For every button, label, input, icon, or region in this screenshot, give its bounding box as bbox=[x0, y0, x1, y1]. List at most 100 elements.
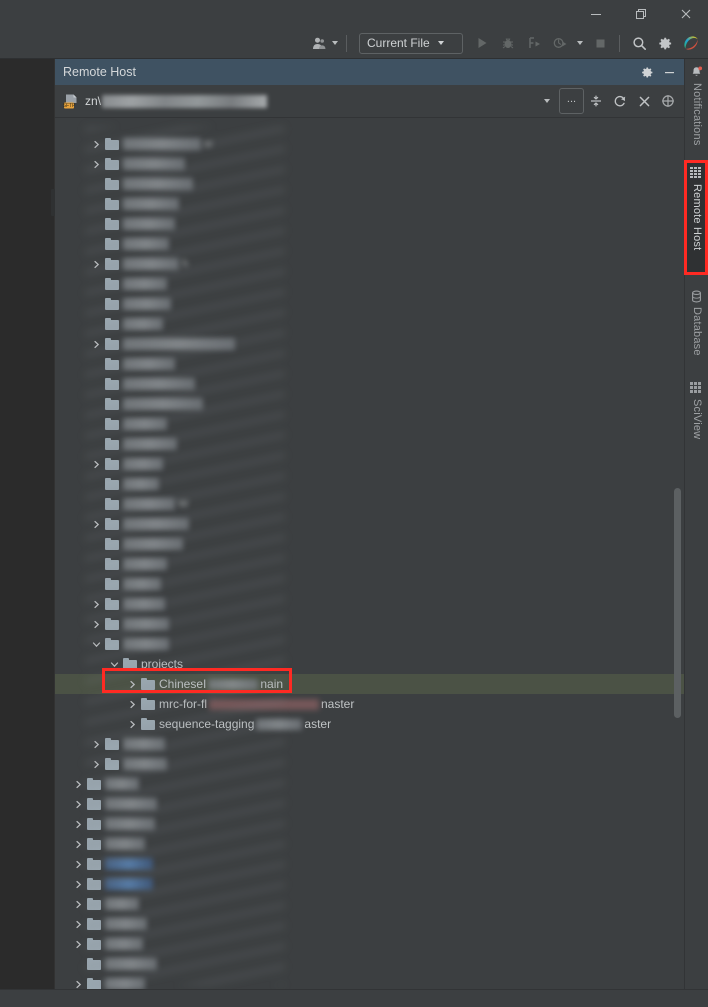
tool-window-settings-gear-icon[interactable] bbox=[636, 61, 658, 83]
tree-row[interactable] bbox=[55, 914, 684, 934]
chevron-right-icon[interactable] bbox=[127, 719, 138, 730]
tree-row[interactable] bbox=[55, 754, 684, 774]
tree-row[interactable] bbox=[55, 834, 684, 854]
tree-vertical-scrollbar[interactable] bbox=[674, 488, 681, 718]
jetbrains-logo-icon[interactable] bbox=[679, 31, 703, 55]
tree-row[interactable]: sequence-tagging aster bbox=[55, 714, 684, 734]
minimize-button[interactable] bbox=[573, 0, 618, 28]
tree-row[interactable] bbox=[55, 454, 684, 474]
profile-button[interactable] bbox=[548, 31, 572, 55]
tree-row[interactable] bbox=[55, 274, 684, 294]
tree-row[interactable] bbox=[55, 794, 684, 814]
run-coverage-button[interactable] bbox=[522, 31, 546, 55]
chevron-down-icon bbox=[577, 41, 583, 45]
profile-dropdown-button[interactable] bbox=[574, 31, 586, 55]
chevron-right-icon[interactable] bbox=[73, 899, 84, 910]
chevron-right-icon[interactable] bbox=[73, 879, 84, 890]
chevron-right-icon[interactable] bbox=[91, 139, 102, 150]
debug-button[interactable] bbox=[496, 31, 520, 55]
tool-window-hide-button[interactable] bbox=[658, 61, 680, 83]
run-configuration-selector[interactable]: Current File bbox=[359, 32, 463, 54]
tree-row[interactable] bbox=[55, 574, 684, 594]
tree-row[interactable] bbox=[55, 414, 684, 434]
chevron-right-icon[interactable] bbox=[91, 459, 102, 470]
tree-row[interactable] bbox=[55, 594, 684, 614]
chevron-down-icon[interactable] bbox=[109, 659, 120, 670]
tree-row[interactable]: sr bbox=[55, 134, 684, 154]
chevron-right-icon[interactable] bbox=[91, 759, 102, 770]
chevron-right-icon[interactable] bbox=[73, 839, 84, 850]
tree-row-selected[interactable]: ChineseI nain bbox=[55, 674, 684, 694]
sync-crosshair-icon[interactable] bbox=[656, 89, 680, 113]
collapse-all-button[interactable] bbox=[584, 89, 608, 113]
tree-row[interactable] bbox=[55, 614, 684, 634]
disconnect-close-icon[interactable] bbox=[632, 89, 656, 113]
chevron-right-icon[interactable] bbox=[127, 679, 138, 690]
chevron-right-icon[interactable] bbox=[91, 599, 102, 610]
stripe-remote-host[interactable]: Remote Host bbox=[685, 162, 708, 275]
tree-row[interactable] bbox=[55, 774, 684, 794]
tree-row[interactable] bbox=[55, 934, 684, 954]
browse-ellipsis-button[interactable]: ... bbox=[559, 88, 584, 114]
tree-row[interactable] bbox=[55, 554, 684, 574]
restore-button[interactable] bbox=[618, 0, 663, 28]
tree-row[interactable] bbox=[55, 954, 684, 974]
tree-row-label-fragment: sr bbox=[204, 138, 214, 150]
chevron-right-icon[interactable] bbox=[127, 699, 138, 710]
tree-row[interactable] bbox=[55, 194, 684, 214]
chevron-right-icon[interactable] bbox=[91, 519, 102, 530]
tree-row[interactable]: mrc-for-fl naster bbox=[55, 694, 684, 714]
stripe-sciview[interactable]: SciView bbox=[685, 377, 708, 447]
chevron-right-icon[interactable] bbox=[73, 919, 84, 930]
chevron-right-icon[interactable] bbox=[91, 159, 102, 170]
tree-row[interactable] bbox=[55, 214, 684, 234]
tree-row[interactable]: h bbox=[55, 254, 684, 274]
stop-button[interactable] bbox=[588, 31, 612, 55]
user-account-icon[interactable] bbox=[312, 31, 338, 55]
tree-row[interactable] bbox=[55, 474, 684, 494]
chevron-right-icon[interactable] bbox=[91, 619, 102, 630]
tree-row[interactable]: W bbox=[55, 494, 684, 514]
tree-row[interactable] bbox=[55, 154, 684, 174]
tree-row[interactable] bbox=[55, 174, 684, 194]
tree-row[interactable] bbox=[55, 874, 684, 894]
close-button[interactable] bbox=[663, 0, 708, 28]
chevron-right-icon[interactable] bbox=[73, 799, 84, 810]
chevron-right-icon[interactable] bbox=[73, 819, 84, 830]
tree-row[interactable] bbox=[55, 434, 684, 454]
tree-row[interactable] bbox=[55, 734, 684, 754]
stripe-notifications[interactable]: Notifications bbox=[685, 61, 708, 153]
tree-row[interactable] bbox=[55, 514, 684, 534]
redacted-text bbox=[105, 778, 139, 790]
chevron-right-icon[interactable] bbox=[73, 859, 84, 870]
tree-row[interactable] bbox=[55, 374, 684, 394]
chevron-right-icon[interactable] bbox=[91, 739, 102, 750]
search-everywhere-button[interactable] bbox=[627, 31, 651, 55]
tree-row[interactable] bbox=[55, 634, 684, 654]
chevron-right-icon[interactable] bbox=[91, 259, 102, 270]
tree-row[interactable] bbox=[55, 974, 684, 990]
refresh-button[interactable] bbox=[608, 89, 632, 113]
chevron-right-icon[interactable] bbox=[91, 339, 102, 350]
tree-row[interactable] bbox=[55, 394, 684, 414]
tree-row[interactable]: projects bbox=[55, 654, 684, 674]
tree-row[interactable] bbox=[55, 534, 684, 554]
tree-row[interactable] bbox=[55, 294, 684, 314]
chevron-right-icon[interactable] bbox=[73, 979, 84, 990]
chevron-down-icon[interactable] bbox=[91, 639, 102, 650]
remote-host-file-tree[interactable]: sr h Wprojects ChineseI nain mrc-for-fl naster… bbox=[55, 118, 684, 990]
stripe-database[interactable]: Database bbox=[685, 285, 708, 367]
settings-gear-icon[interactable] bbox=[653, 31, 677, 55]
server-dropdown-button[interactable] bbox=[535, 89, 559, 113]
tree-row[interactable] bbox=[55, 854, 684, 874]
run-button[interactable] bbox=[470, 31, 494, 55]
tree-row[interactable] bbox=[55, 894, 684, 914]
tree-row[interactable] bbox=[55, 354, 684, 374]
tree-row[interactable] bbox=[55, 314, 684, 334]
tree-row[interactable] bbox=[55, 814, 684, 834]
tree-row[interactable] bbox=[55, 234, 684, 254]
folder-icon bbox=[105, 398, 119, 410]
chevron-right-icon[interactable] bbox=[73, 939, 84, 950]
tree-row[interactable] bbox=[55, 334, 684, 354]
chevron-right-icon[interactable] bbox=[73, 779, 84, 790]
